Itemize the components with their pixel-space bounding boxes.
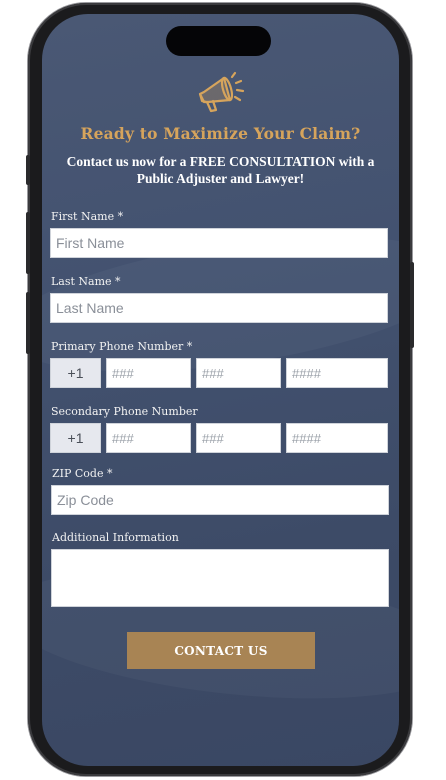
- phone-silent-switch: [26, 155, 30, 185]
- phone-volume-down-button: [26, 292, 30, 354]
- last-name-input[interactable]: Last Name: [50, 293, 388, 323]
- dynamic-island: [166, 26, 271, 56]
- megaphone-icon: [198, 71, 245, 113]
- primary-phone-line-input[interactable]: ####: [286, 358, 388, 388]
- primary-phone-country-code: +1: [50, 358, 101, 388]
- secondary-phone-line-input[interactable]: ####: [286, 423, 388, 453]
- additional-info-textarea[interactable]: [51, 549, 389, 607]
- phone-screen: Ready to Maximize Your Claim? Contact us…: [42, 14, 399, 766]
- primary-phone-exchange-input[interactable]: ###: [196, 358, 281, 388]
- secondary-phone-label: Secondary Phone Number: [51, 405, 198, 418]
- secondary-phone-exchange-input[interactable]: ###: [196, 423, 281, 453]
- secondary-phone-country-code: +1: [50, 423, 101, 453]
- page-subtitle: Contact us now for a FREE CONSULTATION w…: [66, 154, 375, 186]
- zip-code-label: ZIP Code *: [52, 467, 113, 480]
- first-name-input[interactable]: First Name: [50, 228, 388, 258]
- phone-power-button: [410, 262, 414, 348]
- additional-info-label: Additional Information: [52, 531, 179, 544]
- secondary-phone-area-code-input[interactable]: ###: [106, 423, 191, 453]
- primary-phone-label: Primary Phone Number *: [51, 340, 193, 353]
- page-title: Ready to Maximize Your Claim?: [80, 124, 361, 143]
- last-name-label: Last Name *: [51, 275, 121, 288]
- phone-volume-up-button: [26, 212, 30, 274]
- first-name-label: First Name *: [51, 210, 124, 223]
- contact-us-button[interactable]: CONTACT US: [127, 632, 315, 669]
- zip-code-input[interactable]: Zip Code: [51, 485, 389, 515]
- primary-phone-area-code-input[interactable]: ###: [106, 358, 191, 388]
